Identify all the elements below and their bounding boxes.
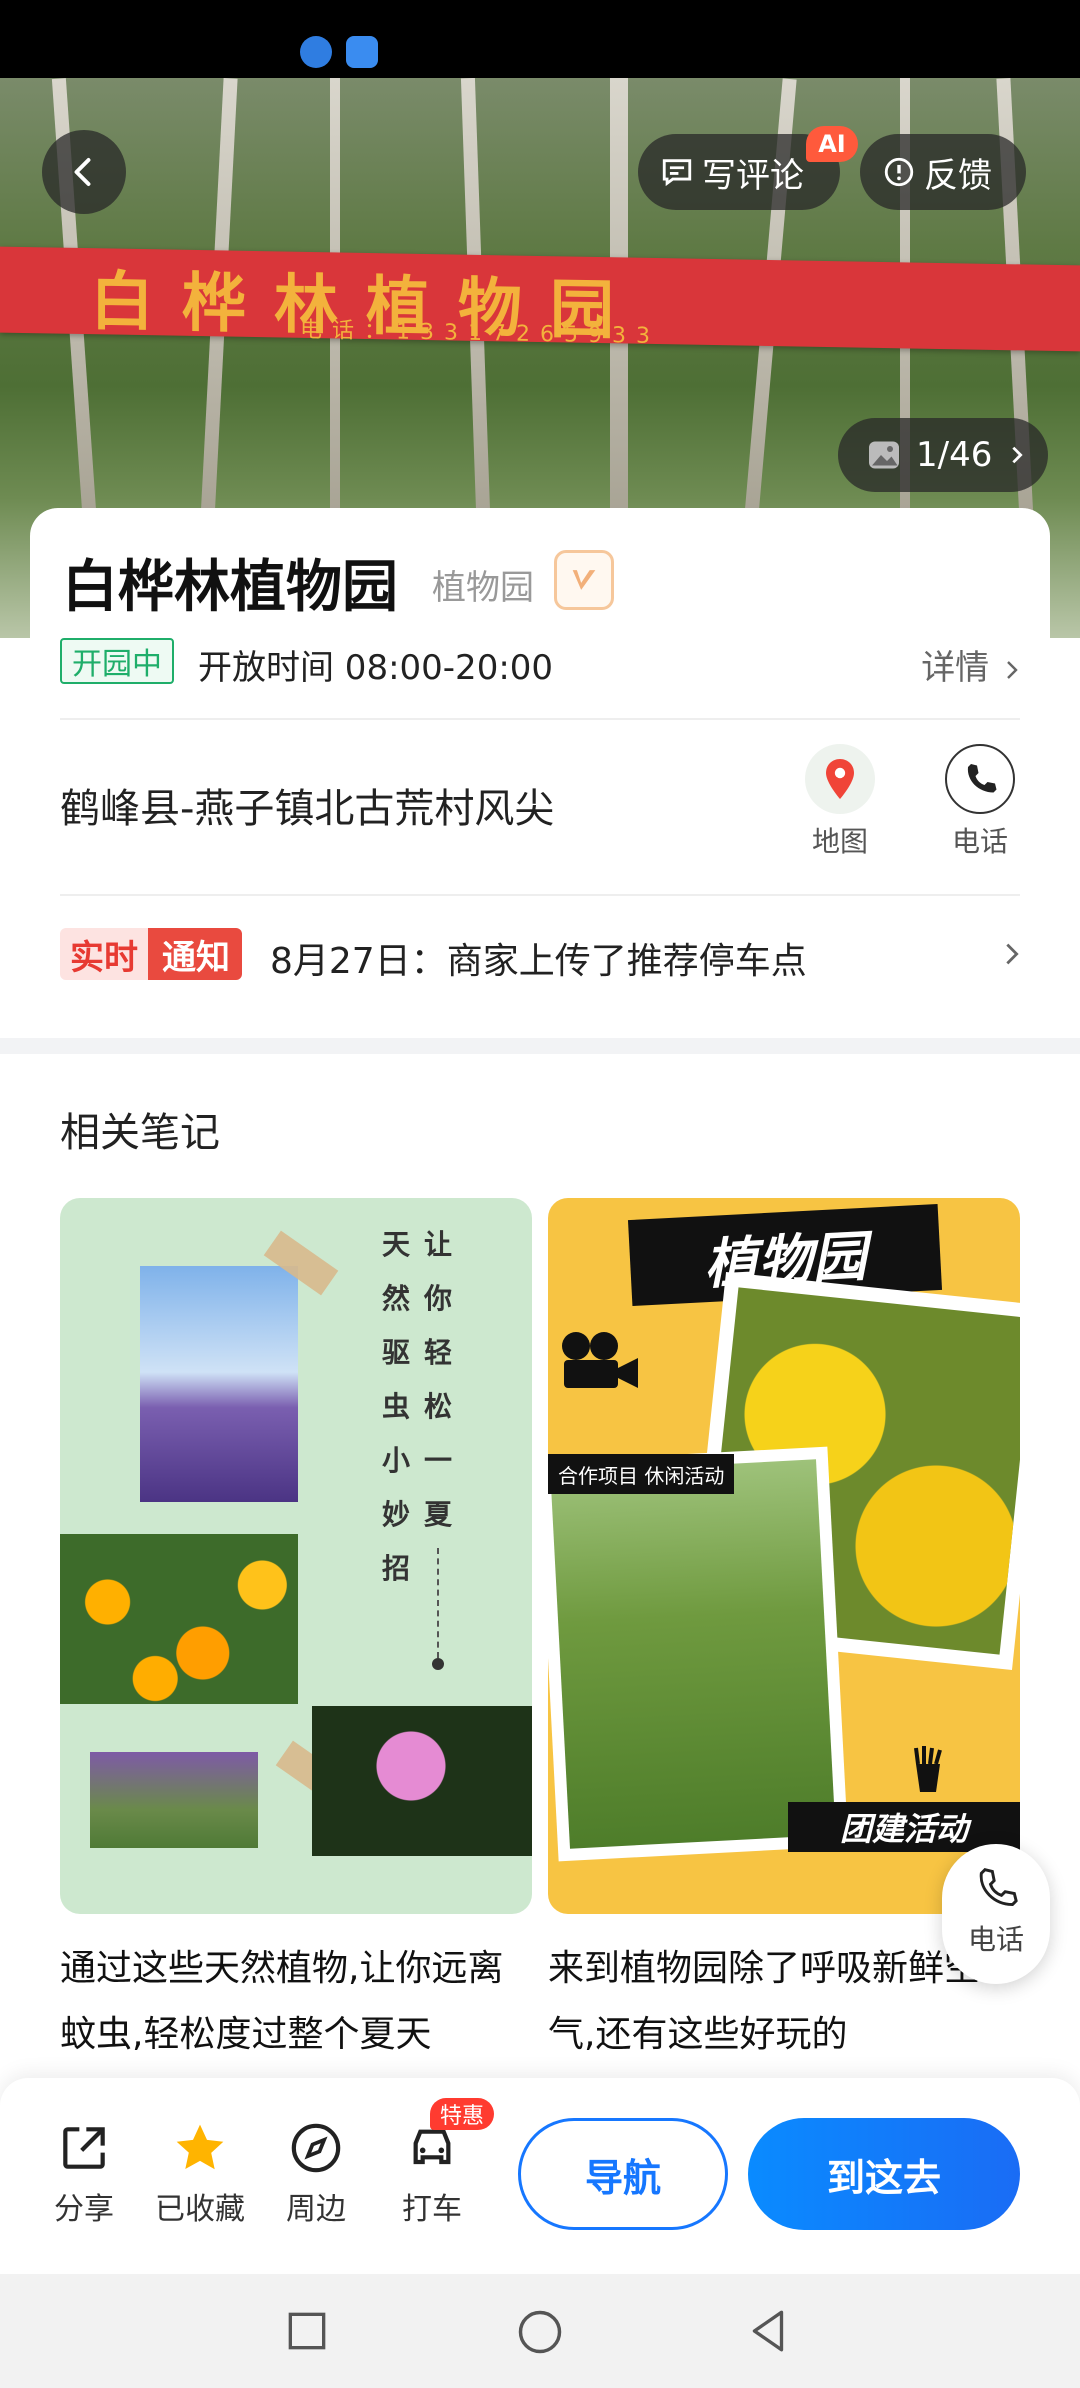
title-char: 一 [423,1444,452,1477]
notice-tag-notify: 通知 [148,928,242,980]
back-button[interactable] [42,130,126,214]
notice-text[interactable]: 8月27日：商家上传了推荐停车点 [270,932,807,984]
floating-call-button[interactable]: 电话 [942,1844,1050,1984]
status-bar [0,0,1080,78]
star-icon [176,2124,224,2170]
home-icon[interactable] [514,2306,566,2358]
title-char: 小 [381,1444,410,1477]
system-navigation-bar [0,2274,1080,2388]
map-label: 地图 [811,825,868,858]
divider [60,894,1020,896]
realtime-notice-badge: 实时 通知 [60,928,242,980]
cloud-icon [346,36,378,68]
phone-label: 电话 [951,825,1008,858]
map-pin-icon [805,744,875,814]
note1-caption[interactable]: 通过这些天然植物,让你远离蚊虫,轻松度过整个夏天 [60,1936,530,2068]
note2-tag: 合作项目 休闲活动 [548,1454,735,1494]
navigate-button[interactable]: 导航 [518,2118,728,2230]
opening-hours: 开放时间 08:00-20:00 [198,648,554,688]
detail-label: 详情 [921,648,990,688]
feedback-button[interactable]: 反馈 [860,134,1026,210]
place-info-card: 白桦林植物园 植物园 开园中 开放时间 08:00-20:00 详情 鹤峰县-燕… [30,508,1050,1038]
section-gap [0,1038,1080,1054]
title-char: 妙 [381,1498,410,1531]
title-char: 让 [423,1228,452,1261]
title-char: 你 [423,1282,452,1315]
address-text[interactable]: 鹤峰县-燕子镇北古荒村风尖 [60,776,554,834]
place-title: 白桦林植物园 [62,555,398,620]
place-category: 植物园 [432,568,534,608]
comment-icon [662,159,692,187]
title-char: 轻 [423,1336,452,1369]
favorite-button[interactable]: 已收藏 [150,2120,250,2228]
chevron-right-icon[interactable] [998,940,1026,968]
recent-apps-icon[interactable] [282,2306,332,2356]
back-nav-icon[interactable] [744,2306,794,2356]
image-icon [869,441,899,469]
floating-call-label: 电话 [967,1923,1024,1956]
title-char: 然 [381,1282,410,1315]
nearby-button[interactable]: 周边 [266,2120,366,2228]
alert-icon [884,157,914,187]
go-here-button[interactable]: 到这去 [748,2118,1020,2230]
fries-icon [908,1744,948,1794]
title-char: 夏 [423,1498,452,1531]
feedback-label: 反馈 [924,155,992,196]
phone-icon [945,744,1015,814]
title-char: 天 [381,1228,410,1261]
title-char: 驱 [381,1336,410,1369]
photo-count-label: 1/46 [916,435,993,475]
title-char: 虫 [381,1390,410,1423]
lavender-photo [140,1266,298,1502]
verified-badge-icon[interactable] [554,550,614,610]
banner-phone: 电话：13317265933 [300,317,660,350]
chevron-right-icon [1007,660,1018,679]
photo-gallery-button[interactable]: 1/46 [838,418,1048,492]
ribbon-text: 团建活动 [839,1810,968,1848]
chevron-left-icon [74,158,91,186]
nearby-label: 周边 [286,2192,346,2227]
related-notes-title: 相关笔记 [60,1110,220,1156]
dashed-line [437,1548,439,1658]
app-notification-icon [300,36,332,68]
marigold-photo [60,1534,298,1704]
taxi-label: 打车 [402,2192,462,2227]
camera-icon [554,1328,644,1398]
write-review-label: 写评论 [702,155,804,196]
map-button[interactable]: 地图 [790,744,890,860]
activity-photo [548,1446,849,1862]
share-label: 分享 [54,2192,114,2227]
title-char: 松 [423,1390,452,1423]
open-status-badge: 开园中 [60,638,174,684]
share-button[interactable]: 分享 [34,2120,134,2228]
title-char: 招 [381,1552,410,1585]
compass-icon [291,2123,341,2173]
kids-playing-image [550,1459,836,1849]
phone-button[interactable]: 电话 [930,744,1030,860]
share-icon [63,2127,105,2169]
promo-badge: 特惠 [430,2098,495,2130]
note1-vertical-title-col2: 让 你 轻 松 一 夏 [420,1218,456,1542]
geranium-photo [312,1706,532,1856]
chevron-right-icon [1012,446,1023,464]
favorite-label: 已收藏 [155,2192,245,2227]
hero-banner: 白桦林植物园 电话：13317265933 [0,246,1080,352]
ai-badge: AI [806,126,858,162]
phone-icon [979,1868,1018,1906]
notice-tag-realtime: 实时 [60,928,148,980]
hours-detail-link[interactable]: 详情 [921,640,1024,689]
divider [60,718,1020,720]
purple-flower-photo [90,1752,258,1848]
note1-vertical-title-col1: 天 然 驱 虫 小 妙 招 [378,1218,414,1596]
dot-decoration [432,1658,444,1670]
note-card[interactable]: 植物园 合作项目 休闲活动 团建活动 [548,1198,1020,1914]
note-card[interactable]: 天 然 驱 虫 小 妙 招 让 你 轻 松 一 夏 [60,1198,532,1914]
taxi-button[interactable]: 打车 [382,2120,482,2228]
